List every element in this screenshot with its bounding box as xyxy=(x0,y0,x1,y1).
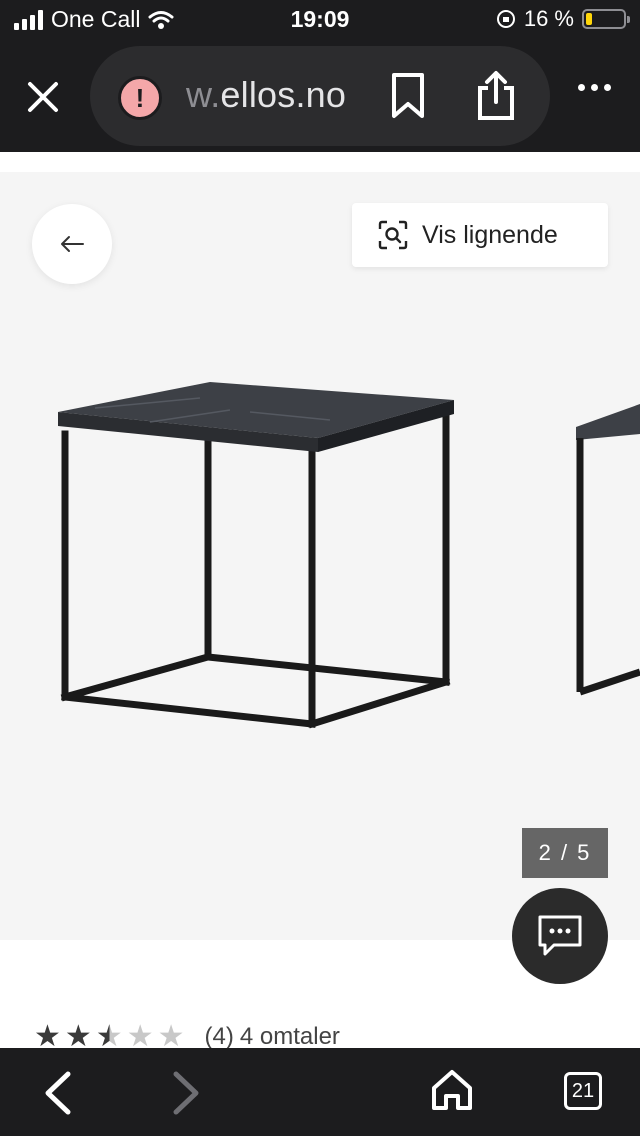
browser-toolbar: ! w.ellos.no xyxy=(0,44,640,152)
home-icon[interactable] xyxy=(430,1068,474,1112)
similar-label: Vis lignende xyxy=(422,220,558,249)
visual-search-icon xyxy=(378,220,408,250)
chevron-right-icon[interactable] xyxy=(170,1070,204,1116)
battery-icon xyxy=(582,9,630,29)
url-prefix: w. xyxy=(186,74,221,115)
image-counter: 2 / 5 xyxy=(522,828,608,878)
bookmark-icon[interactable] xyxy=(390,72,426,120)
chat-icon xyxy=(538,915,582,956)
arrow-left-icon xyxy=(61,236,84,252)
tab-count: 21 xyxy=(571,1079,595,1102)
status-right: 16 % xyxy=(496,6,630,32)
address-bar[interactable]: ! w.ellos.no xyxy=(90,46,550,146)
orientation-lock-icon xyxy=(496,10,515,28)
review-count: (4) xyxy=(204,1023,234,1050)
product-image-gallery[interactable]: Vis lignende 2 / 5 xyxy=(0,172,640,940)
chat-button[interactable] xyxy=(512,888,608,984)
warning-icon[interactable]: ! xyxy=(118,76,162,120)
similar-products-button[interactable]: Vis lignende xyxy=(352,203,608,267)
battery-percent: 16 % xyxy=(523,6,574,31)
share-icon[interactable] xyxy=(476,70,516,122)
close-icon[interactable] xyxy=(22,76,64,118)
tabs-icon[interactable]: 21 xyxy=(564,1072,602,1110)
url-domain: ellos.no xyxy=(220,74,347,115)
chevron-left-icon[interactable] xyxy=(40,1070,74,1116)
browser-bottom-bar: 21 xyxy=(0,1048,640,1136)
reviews-link[interactable]: 4 omtaler xyxy=(240,1023,340,1051)
product-image[interactable] xyxy=(0,172,640,940)
url-text[interactable]: w.ellos.no xyxy=(186,74,346,116)
more-icon[interactable] xyxy=(578,84,611,91)
status-bar: One Call 19:09 16 % xyxy=(0,0,640,44)
back-button[interactable] xyxy=(32,204,112,284)
